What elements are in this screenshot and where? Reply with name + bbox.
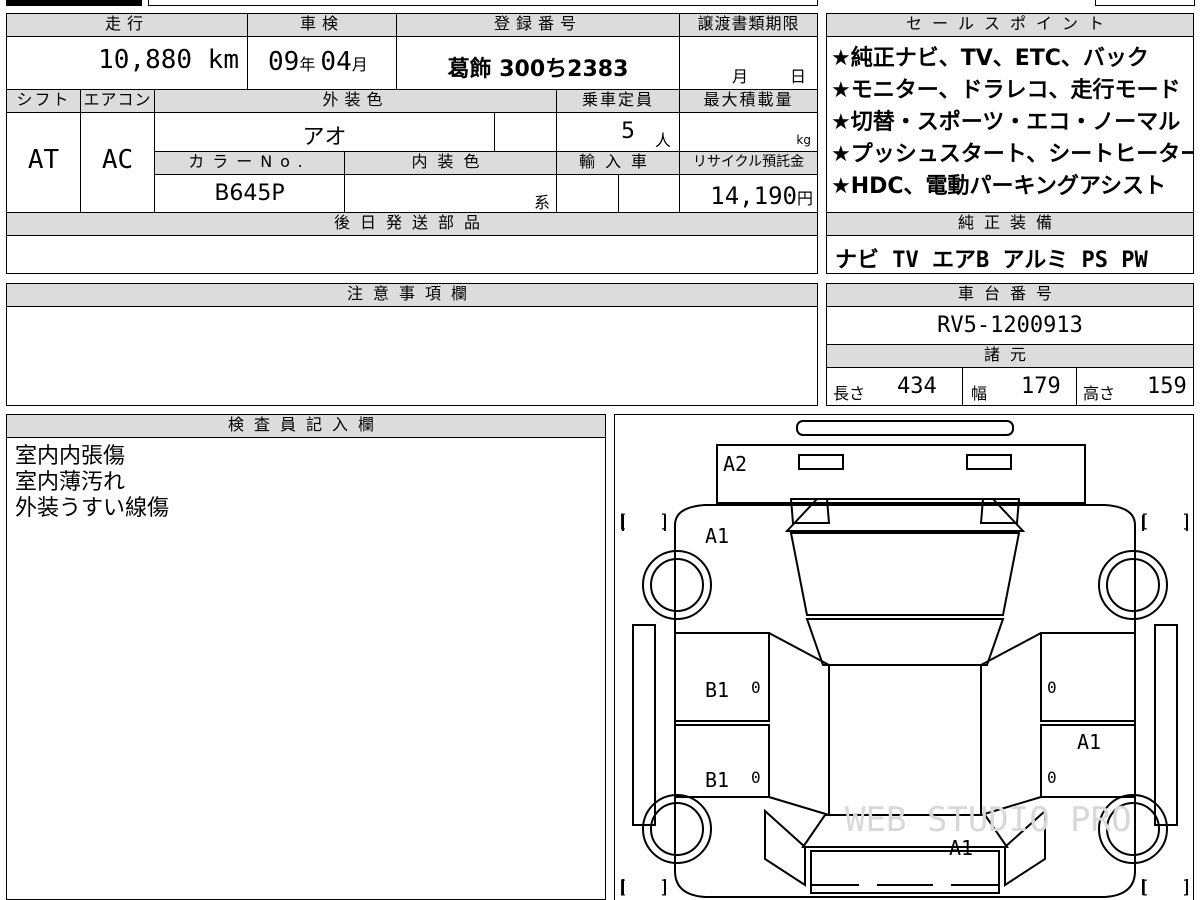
aircon-header: エアコン [80, 89, 155, 113]
sales-point-line: ★純正ナビ、TV、ETC、バック [831, 46, 1149, 71]
interior-color-value: 系 [344, 174, 557, 213]
color-no-header: カラーNo. [154, 151, 345, 175]
hood-vent-left [798, 454, 844, 470]
capacity-header: 乗車定員 [556, 89, 680, 113]
transfer-deadline-header: 譲渡書類期限 [679, 13, 818, 37]
mark-left-front-door: B1 [705, 678, 729, 702]
top-strip [0, 0, 1200, 8]
genuine-equipment-header: 純正装備 [826, 212, 1194, 236]
roof-front [805, 618, 1005, 666]
car-diagram-svg: [ ] [ ] [ ] [ ] WEB STUDIO PRO A2 A1 B1 … [617, 420, 1192, 898]
mark-right-rear-door: A1 [1077, 730, 1101, 754]
windshield [789, 532, 1021, 616]
mark-left-rear-door: B1 [705, 768, 729, 792]
bracket-glyph: [ [1139, 877, 1150, 898]
exterior-color-extra [494, 112, 557, 152]
rear-quarter-left [764, 808, 806, 887]
notes-value [6, 306, 818, 406]
chassis-number: RV5-1200913 [826, 306, 1194, 345]
spec-length: 長さ 434 [826, 367, 963, 406]
inspector-remarks: 室内内張傷 室内薄汚れ 外装うすい線傷 [6, 437, 606, 900]
mark-front-fender: A1 [705, 524, 729, 548]
genuine-equipment-value: ナビ TV エアB アルミ PS PW [826, 235, 1194, 274]
bracket-glyph: ] [659, 511, 670, 532]
front-bumper-shape [796, 420, 1014, 436]
hood-vent-right [966, 454, 1012, 470]
hood-shape [716, 444, 1086, 504]
door-right-front [1040, 632, 1136, 722]
inspection-date: 09年 04月 [247, 36, 397, 90]
remark-line: 外装うすい線傷 [15, 496, 170, 521]
wheel-front-left-inner [650, 558, 704, 612]
pillar-lines [768, 632, 1042, 816]
right-side-strip [1154, 624, 1178, 826]
mark-zero: 0 [751, 678, 761, 697]
wheel-rear-left [642, 794, 712, 864]
remark-line: 室内薄汚れ [15, 470, 126, 495]
mileage-value: 10,880 km [6, 36, 248, 90]
recycle-value: 14,190円 [679, 174, 818, 213]
import-value-1 [556, 174, 619, 213]
max-load-header: 最大積載量 [679, 89, 818, 113]
capacity-value: 5 人 [556, 112, 680, 152]
wheel-front-right [1098, 550, 1168, 620]
transfer-deadline-value: 月 日 [679, 36, 818, 90]
later-parts-value [6, 235, 818, 274]
remark-line: 室内内張傷 [15, 444, 126, 469]
sales-point-line: ★切替・スポーツ・エコ・ノーマル [831, 110, 1181, 135]
bracket-glyph: [ [617, 877, 628, 898]
interior-color-header: 内装色 [344, 151, 557, 175]
bracket-glyph: [ [617, 511, 628, 532]
inspector-header: 検査員記入欄 [6, 414, 606, 438]
bracket-glyph: ] [1181, 511, 1192, 532]
roof [828, 664, 982, 816]
aircon-value: AC [80, 112, 155, 213]
mark-zero: 0 [1047, 678, 1057, 697]
car-diagram: [ ] [ ] [ ] [ ] WEB STUDIO PRO A2 A1 B1 … [614, 414, 1194, 900]
shift-value: AT [6, 112, 81, 213]
bracket-glyph: ] [659, 877, 670, 898]
shift-header: シフト [6, 89, 81, 113]
mark-zero: 0 [1047, 768, 1057, 787]
mark-trunk: A1 [949, 836, 973, 860]
sales-point-line: ★モニター、ドラレコ、走行モード [831, 78, 1181, 103]
wheel-front-right-inner [1106, 558, 1160, 612]
bracket-glyph: ] [1181, 877, 1192, 898]
mileage-header: 走行 [6, 13, 248, 37]
wheel-rear-left-inner [650, 802, 704, 856]
spec-height: 高さ 159 [1076, 367, 1194, 406]
door-left-front [674, 632, 770, 722]
wheel-front-left [642, 550, 712, 620]
watermark: WEB STUDIO PRO [845, 800, 1132, 840]
exterior-color-value: アオ [154, 112, 495, 152]
registration-header: 登録番号 [396, 13, 680, 37]
mark-hood: A2 [723, 452, 747, 476]
notes-header: 注意事項欄 [6, 283, 818, 307]
recycle-header: リサイクル預託金 [679, 151, 818, 175]
exterior-color-header: 外装色 [154, 89, 557, 113]
sales-point-box: ★純正ナビ、TV、ETC、バック ★モニター、ドラレコ、走行モード ★切替・スポ… [826, 36, 1194, 213]
import-value-2 [618, 174, 680, 213]
sales-point-header: セールスポイント [826, 13, 1194, 37]
mark-zero: 0 [751, 768, 761, 787]
color-no-value: B645P [154, 174, 345, 213]
sales-point-line: ★プッシュスタート、シートヒーター [831, 142, 1194, 167]
registration-number: 葛飾 300ち2383 [396, 36, 680, 90]
chassis-header: 車台番号 [826, 283, 1194, 307]
inspection-header: 車検 [247, 13, 397, 37]
max-load-value: kg [679, 112, 818, 152]
left-side-strip [632, 624, 656, 826]
bracket-glyph: [ [1139, 511, 1150, 532]
later-parts-header: 後日発送部品 [6, 212, 818, 236]
spec-width: 幅 179 [962, 367, 1077, 406]
specs-header: 諸元 [826, 344, 1194, 368]
import-header: 輸入車 [556, 151, 680, 175]
sales-point-line: ★HDC、電動パーキングアシスト [831, 174, 1167, 199]
